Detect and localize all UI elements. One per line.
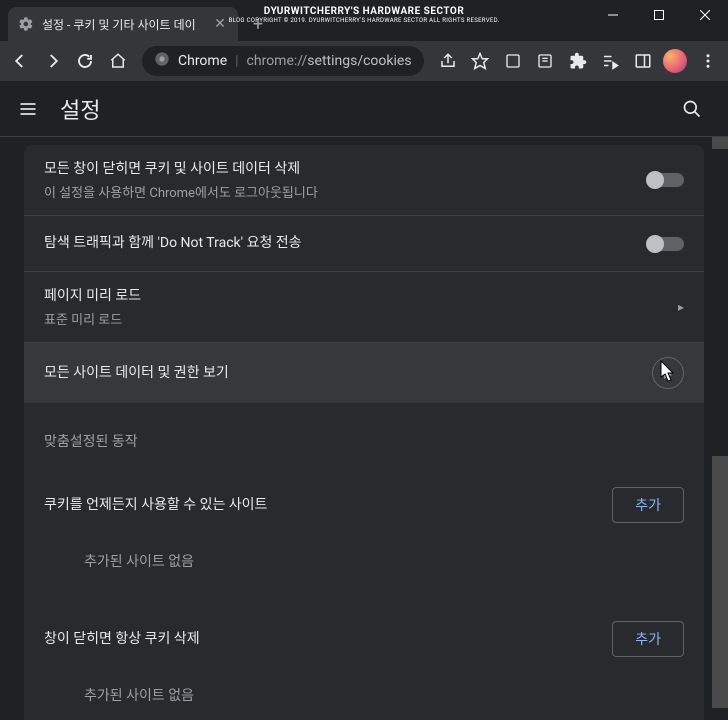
gear-icon [18, 16, 34, 32]
browser-tab[interactable]: 설정 - 쿠키 및 기타 사이트 데이 ✕ [8, 7, 238, 41]
toggle-switch[interactable] [648, 237, 684, 251]
content-scroll-area[interactable]: 모든 창이 닫히면 쿠키 및 사이트 데이터 삭제 이 설정을 사용하면 Chr… [0, 137, 728, 720]
window-controls [590, 0, 728, 30]
url-text: chrome://settings/cookies [247, 53, 412, 69]
address-bar[interactable]: Chrome | chrome://settings/cookies [142, 46, 424, 76]
url-separator: | [235, 53, 238, 69]
search-button[interactable] [672, 89, 712, 129]
settings-header: 설정 [0, 81, 728, 137]
scrollbar-track-top[interactable] [712, 137, 728, 149]
side-panel-icon[interactable] [629, 45, 658, 77]
extension-icon-1[interactable] [499, 45, 528, 77]
home-button[interactable] [104, 45, 133, 77]
setting-see-all-site-data[interactable]: 모든 사이트 데이터 및 권한 보기 ▸ [24, 342, 704, 403]
chrome-logo-icon [154, 51, 170, 71]
extension-icon-2[interactable] [531, 45, 560, 77]
empty-state-text: 추가된 사이트 없음 [24, 671, 704, 719]
share-icon[interactable] [434, 45, 463, 77]
toggle-switch[interactable] [648, 173, 684, 187]
browser-toolbar: Chrome | chrome://settings/cookies [0, 41, 728, 81]
settings-card: 모든 창이 닫히면 쿠키 및 사이트 데이터 삭제 이 설정을 사용하면 Chr… [24, 145, 704, 720]
profile-avatar[interactable] [661, 45, 690, 77]
setting-clear-on-exit[interactable]: 모든 창이 닫히면 쿠키 및 사이트 데이터 삭제 이 설정을 사용하면 Chr… [24, 145, 704, 215]
menu-dots-icon[interactable] [694, 45, 723, 77]
tab-title: 설정 - 쿠키 및 기타 사이트 데이 [42, 16, 204, 33]
setting-preload-pages[interactable]: 페이지 미리 로드 표준 미리 로드 ▸ [24, 271, 704, 342]
close-tab-icon[interactable]: ✕ [212, 16, 228, 32]
watermark: DYURWITCHERRY'S HARDWARE SECTOR BLOG COP… [229, 6, 500, 24]
add-button[interactable]: 추가 [612, 621, 684, 657]
empty-state-text: 추가된 사이트 없음 [24, 537, 704, 585]
forward-button[interactable] [39, 45, 68, 77]
section-allow-cookies: 쿠키를 언제든지 사용할 수 있는 사이트 추가 추가된 사이트 없음 [24, 469, 704, 603]
window-titlebar: 설정 - 쿠키 및 기타 사이트 데이 ✕ + DYURWITCHERRY'S … [0, 0, 728, 41]
section-label-custom: 맞춤설정된 동작 [24, 403, 704, 469]
media-control-icon[interactable] [596, 45, 625, 77]
section-clear-on-close: 창이 닫히면 항상 쿠키 삭제 추가 추가된 사이트 없음 [24, 603, 704, 720]
url-scheme: Chrome [178, 53, 227, 69]
close-window-button[interactable] [682, 0, 728, 30]
extensions-puzzle-icon[interactable] [564, 45, 593, 77]
chevron-right-icon: ▸ [678, 300, 684, 314]
bookmark-star-icon[interactable] [466, 45, 495, 77]
scrollbar-thumb[interactable] [712, 456, 728, 708]
reload-button[interactable] [71, 45, 100, 77]
minimize-button[interactable] [590, 0, 636, 30]
back-button[interactable] [6, 45, 35, 77]
maximize-button[interactable] [636, 0, 682, 30]
menu-hamburger-icon[interactable] [16, 97, 40, 121]
chevron-right-circle-icon: ▸ [652, 357, 684, 389]
page-title: 설정 [60, 93, 100, 125]
add-button[interactable]: 추가 [612, 487, 684, 523]
setting-do-not-track[interactable]: 탐색 트래픽과 함께 'Do Not Track' 요청 전송 [24, 215, 704, 271]
